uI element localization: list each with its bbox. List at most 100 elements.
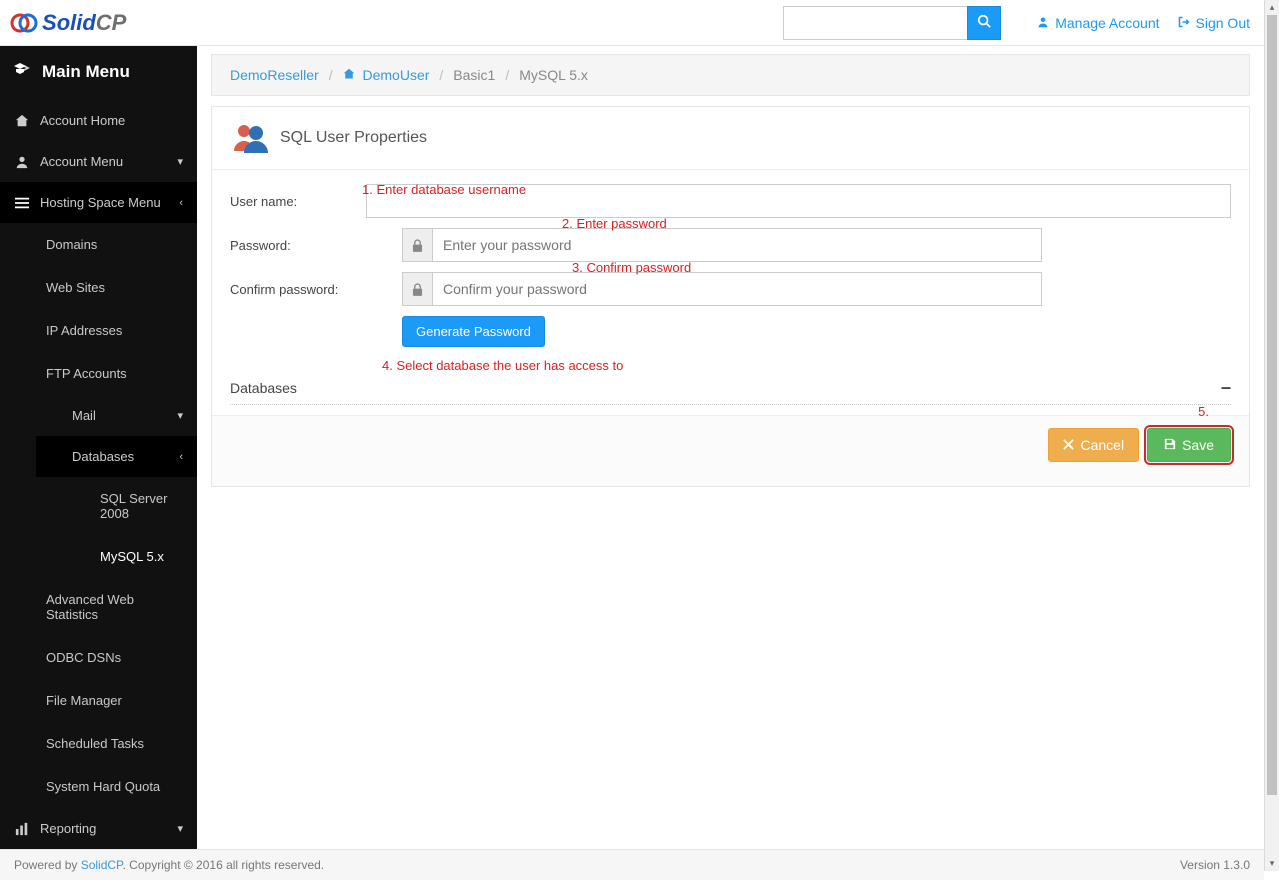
sidebar-item-account-menu[interactable]: Account Menu ▾ [0, 141, 197, 182]
cancel-button[interactable]: Cancel [1048, 428, 1139, 462]
sidebar-item-label: Databases [72, 449, 134, 464]
top-bar: SolidCP Manage Account Sign Out [0, 0, 1264, 46]
sidebar-item-reporting[interactable]: Reporting ▾ [0, 808, 197, 849]
search-input[interactable] [783, 6, 967, 40]
sidebar-item-label: SQL Server 2008 [100, 491, 167, 521]
manage-account-link[interactable]: Manage Account [1037, 15, 1159, 31]
databases-section-label: Databases [230, 380, 297, 396]
sidebar-item-ftp-accounts[interactable]: FTP Accounts [36, 352, 197, 395]
scroll-down-icon[interactable]: ▾ [1265, 856, 1279, 871]
databases-submenu: SQL Server 2008 MySQL 5.x [36, 477, 197, 578]
user-icon [1037, 15, 1049, 31]
sidebar-item-databases[interactable]: Databases ‹ [36, 436, 197, 477]
sql-user-properties-panel: SQL User Properties 1. Enter database us… [211, 106, 1250, 487]
sidebar-item-label: Account Home [40, 113, 125, 128]
sidebar-item-label: Advanced Web Statistics [46, 592, 134, 622]
breadcrumb-user-label: DemoUser [362, 67, 429, 83]
confirm-password-label: Confirm password: [230, 282, 402, 297]
collapse-icon[interactable]: – [1221, 377, 1231, 398]
sidebar-item-label: Hosting Space Menu [40, 195, 161, 210]
sidebar-item-label: Account Menu [40, 154, 123, 169]
confirm-password-input[interactable] [432, 272, 1042, 306]
confirm-password-row: Confirm password: [230, 272, 1231, 306]
brand-text-2: olid [57, 10, 96, 36]
sidebar-item-label: File Manager [46, 693, 122, 708]
breadcrumb-separator: / [439, 67, 443, 83]
scroll-up-icon[interactable]: ▴ [1265, 0, 1279, 15]
list-icon [14, 196, 30, 210]
chevron-down-icon: ▾ [177, 155, 183, 168]
search-icon [977, 14, 991, 31]
footer-prefix: Powered by [14, 858, 81, 872]
sidebar-item-sql-server-2008[interactable]: SQL Server 2008 [90, 477, 197, 535]
brand-logo[interactable]: SolidCP [10, 10, 126, 36]
search-button[interactable] [967, 6, 1001, 40]
sidebar-item-mysql-5x[interactable]: MySQL 5.x [90, 535, 197, 578]
generate-password-button[interactable]: Generate Password [402, 316, 545, 347]
global-search [783, 6, 1001, 40]
sidebar-item-web-sites[interactable]: Web Sites [36, 266, 197, 309]
chevron-left-icon: ‹ [179, 451, 183, 463]
sidebar-item-label: Mail [72, 408, 96, 423]
panel-title: SQL User Properties [280, 129, 427, 147]
sidebar-item-ip-addresses[interactable]: IP Addresses [36, 309, 197, 352]
main-menu-icon [14, 62, 30, 82]
footer-version: Version 1.3.0 [1180, 858, 1250, 872]
sidebar-item-domains[interactable]: Domains [36, 223, 197, 266]
users-icon [230, 121, 270, 155]
page-footer: Powered by SolidCP. Copyright © 2016 all… [0, 849, 1264, 880]
sidebar-item-hosting-space-menu[interactable]: Hosting Space Menu ‹ [0, 182, 197, 223]
sidebar-item-account-home[interactable]: Account Home [0, 100, 197, 141]
user-icon [14, 155, 30, 169]
logo-icon [10, 12, 38, 34]
scrollbar-thumb[interactable] [1267, 15, 1277, 795]
sidebar-item-file-manager[interactable]: File Manager [36, 679, 197, 722]
sidebar-item-mail[interactable]: Mail ▾ [36, 395, 197, 436]
sidebar-item-scheduled-tasks[interactable]: Scheduled Tasks [36, 722, 197, 765]
password-input[interactable] [432, 228, 1042, 262]
main-menu-label: Main Menu [42, 62, 130, 82]
databases-section-header[interactable]: Databases – [230, 367, 1231, 405]
save-button[interactable]: Save [1147, 428, 1231, 462]
password-row: Password: [230, 228, 1231, 262]
panel-body: 1. Enter database username 2. Enter pass… [212, 170, 1249, 415]
sidebar-item-odbc-dsns[interactable]: ODBC DSNs [36, 636, 197, 679]
sidebar-item-label: Web Sites [46, 280, 105, 295]
breadcrumb-separator: / [505, 67, 509, 83]
panel-header: SQL User Properties [212, 107, 1249, 170]
sidebar-item-label: Domains [46, 237, 97, 252]
window-scrollbar[interactable]: ▴ ▾ [1264, 0, 1279, 871]
sidebar-item-label: Reporting [40, 821, 96, 836]
home-icon [14, 114, 30, 128]
generate-password-row: Generate Password [402, 316, 1231, 347]
save-label: Save [1182, 437, 1214, 453]
sign-out-link[interactable]: Sign Out [1178, 15, 1250, 31]
breadcrumb-db: MySQL 5.x [519, 67, 588, 83]
username-input[interactable] [366, 184, 1231, 218]
home-icon [343, 67, 359, 83]
breadcrumb: DemoReseller / DemoUser / Basic1 / MySQL… [211, 54, 1250, 96]
breadcrumb-reseller[interactable]: DemoReseller [230, 67, 319, 83]
sidebar-item-system-hard-quota[interactable]: System Hard Quota [36, 765, 197, 808]
hosting-space-submenu: Domains Web Sites IP Addresses FTP Accou… [0, 223, 197, 808]
sidebar-item-label: System Hard Quota [46, 779, 160, 794]
footer-text: Powered by SolidCP. Copyright © 2016 all… [14, 858, 324, 872]
cancel-label: Cancel [1080, 437, 1124, 453]
chevron-left-icon: ‹ [179, 197, 183, 209]
sidebar-item-adv-web-stats[interactable]: Advanced Web Statistics [36, 578, 197, 636]
sidebar: Main Menu Account Home Account Menu ▾ Ho… [0, 46, 197, 849]
main-menu-header: Main Menu [0, 46, 197, 100]
sign-out-icon [1178, 15, 1190, 31]
sidebar-item-label: Scheduled Tasks [46, 736, 144, 751]
main-content: DemoReseller / DemoUser / Basic1 / MySQL… [197, 46, 1264, 849]
breadcrumb-plan: Basic1 [453, 67, 495, 83]
brand-text-3: CP [96, 10, 127, 36]
save-icon [1164, 437, 1176, 453]
breadcrumb-user[interactable]: DemoUser [343, 67, 430, 83]
footer-suffix: . Copyright © 2016 all rights reserved. [123, 858, 325, 872]
chart-icon [14, 822, 30, 836]
chevron-down-icon: ▾ [177, 822, 183, 835]
footer-solidcp-link[interactable]: SolidCP [81, 858, 123, 872]
lock-icon [402, 228, 432, 262]
sidebar-item-label: IP Addresses [46, 323, 122, 338]
